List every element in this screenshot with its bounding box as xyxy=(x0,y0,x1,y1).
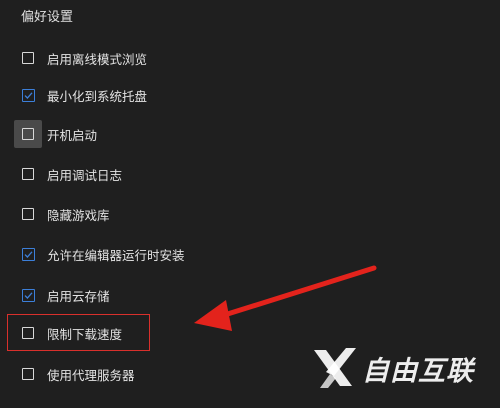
watermark-text: 自由互联 xyxy=(362,355,474,387)
checkbox-wrap[interactable] xyxy=(14,44,42,72)
option-label: 隐藏游戏库 xyxy=(47,207,110,223)
offline-browse-checkbox[interactable] xyxy=(22,52,34,64)
checkmark-icon xyxy=(24,91,32,99)
launch-at-startup-checkbox[interactable] xyxy=(22,128,34,140)
option-minimize-tray[interactable]: 最小化到系统托盘 xyxy=(14,81,147,109)
checkbox-wrap[interactable] xyxy=(14,360,42,388)
option-cloud-storage[interactable]: 启用云存储 xyxy=(14,281,110,309)
option-offline-browse[interactable]: 启用离线模式浏览 xyxy=(14,44,147,72)
hide-library-checkbox[interactable] xyxy=(22,208,34,220)
checkmark-icon xyxy=(24,250,32,258)
checkmark-icon xyxy=(24,291,32,299)
preferences-panel: 偏好设置 启用离线模式浏览 最小化到系统托盘 开机启动 启用调试日志 隐藏游戏库… xyxy=(0,0,500,408)
checkbox-wrap[interactable] xyxy=(14,160,42,188)
watermark: 自由互联 xyxy=(312,346,474,390)
checkbox-wrap[interactable] xyxy=(14,81,42,109)
highlight-box xyxy=(7,314,150,351)
option-label: 最小化到系统托盘 xyxy=(47,88,148,104)
cloud-storage-checkbox[interactable] xyxy=(21,288,35,302)
option-label: 使用代理服务器 xyxy=(47,367,135,383)
option-debug-log[interactable]: 启用调试日志 xyxy=(14,160,122,188)
option-use-proxy[interactable]: 使用代理服务器 xyxy=(14,360,135,388)
checkbox-wrap[interactable] xyxy=(14,281,42,309)
debug-log-checkbox[interactable] xyxy=(22,168,34,180)
option-label: 启用云存储 xyxy=(47,288,110,304)
option-install-while-editor-runs[interactable]: 允许在编辑器运行时安装 xyxy=(14,240,185,268)
option-launch-at-startup[interactable]: 开机启动 xyxy=(14,120,97,148)
option-label: 允许在编辑器运行时安装 xyxy=(47,247,185,263)
use-proxy-checkbox[interactable] xyxy=(22,368,34,380)
checkbox-wrap[interactable] xyxy=(14,240,42,268)
install-while-editor-runs-checkbox[interactable] xyxy=(21,247,35,261)
option-label: 启用离线模式浏览 xyxy=(47,51,148,67)
watermark-logo-icon xyxy=(314,348,356,388)
option-label: 启用调试日志 xyxy=(47,167,123,183)
checkbox-wrap[interactable] xyxy=(14,200,42,228)
minimize-tray-checkbox[interactable] xyxy=(21,88,35,102)
option-label: 开机启动 xyxy=(47,127,98,143)
option-hide-library[interactable]: 隐藏游戏库 xyxy=(14,200,110,228)
checkbox-wrap[interactable] xyxy=(14,120,42,148)
section-title: 偏好设置 xyxy=(21,10,74,25)
